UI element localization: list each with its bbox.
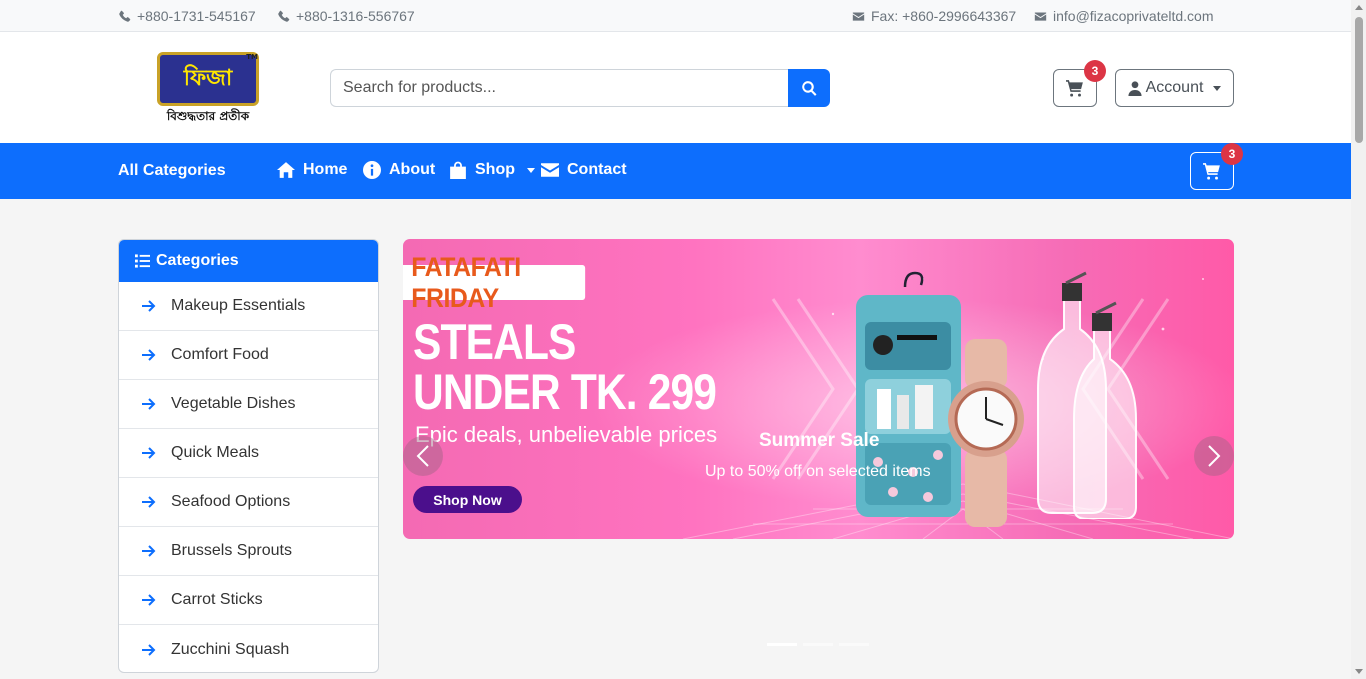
phone-contact-2[interactable]: +880-1316-556767 [277, 8, 415, 24]
cart-count-badge: 3 [1084, 60, 1106, 82]
carousel-caption-title: Summer Sale [759, 430, 880, 451]
arrow-right-icon [142, 643, 156, 656]
arrow-right-icon [142, 398, 156, 410]
email-contact[interactable]: info@fizacoprivateltd.com [1034, 8, 1214, 24]
chevron-left-icon [416, 445, 429, 467]
scroll-up-arrow-icon[interactable] [1355, 5, 1363, 10]
phone-icon [119, 10, 131, 22]
info-icon [363, 161, 381, 179]
carousel-prev-button[interactable] [403, 436, 443, 476]
category-item[interactable]: Comfort Food [119, 331, 378, 380]
category-item-label: Seafood Options [171, 493, 291, 510]
shopping-bag-icon [450, 161, 466, 179]
fax-contact: Fax: +860-2996643367 [852, 8, 1016, 24]
search-button[interactable] [788, 69, 830, 107]
email-address: info@fizacoprivateltd.com [1053, 8, 1214, 24]
user-icon [1128, 80, 1142, 96]
arrow-right-icon [142, 447, 156, 459]
carousel-next-button[interactable] [1194, 436, 1234, 476]
phone-number-2: +880-1316-556767 [296, 8, 415, 24]
category-item-label: Vegetable Dishes [171, 395, 296, 412]
category-item[interactable]: Zucchini Squash [119, 625, 378, 672]
shop-now-button[interactable]: Shop Now [413, 486, 522, 513]
brand-logo[interactable]: ফিজা TM বিশুদ্ধতার প্রতীক [154, 50, 262, 126]
logo-badge: ফিজা TM [157, 52, 259, 106]
banner-headline-line-1: STEALS [413, 314, 576, 370]
category-item-label: Comfort Food [171, 346, 269, 363]
category-item[interactable]: Vegetable Dishes [119, 380, 378, 429]
trademark-symbol: TM [246, 53, 258, 61]
category-item[interactable]: Quick Meals [119, 429, 378, 478]
cart-icon [1203, 163, 1220, 180]
page-scrollbar[interactable] [1351, 0, 1366, 679]
category-item-label: Makeup Essentials [171, 297, 306, 314]
carousel-indicator-2[interactable] [803, 643, 833, 646]
carousel-indicator-1[interactable] [767, 643, 797, 646]
nav-shop-label: Shop [475, 161, 515, 178]
cart-icon [1066, 80, 1083, 97]
all-categories-link[interactable]: All Categories [118, 162, 226, 180]
nav-shop[interactable]: Shop [449, 161, 535, 179]
category-item[interactable]: Makeup Essentials [119, 282, 378, 331]
category-item-label: Brussels Sprouts [171, 542, 292, 559]
promo-tag: FATAFATI FRIDAY [403, 252, 586, 313]
chevron-right-icon [1208, 445, 1221, 467]
list-icon [135, 254, 150, 268]
nav-contact[interactable]: Contact [541, 161, 627, 179]
envelope-icon [852, 11, 865, 21]
arrow-right-icon [142, 349, 156, 361]
category-item[interactable]: Brussels Sprouts [119, 527, 378, 576]
carousel-caption-text: Up to 50% off on selected items [705, 463, 931, 480]
header-cart-button[interactable]: 3 [1053, 60, 1106, 107]
nav-contact-label: Contact [567, 161, 627, 178]
arrow-right-icon [142, 545, 156, 557]
phone-icon [278, 10, 290, 22]
carousel-indicators [767, 643, 869, 646]
category-item-label: Carrot Sticks [171, 591, 263, 608]
arrow-right-icon [142, 594, 156, 606]
banner-headline: STEALS UNDER TK. 299 [413, 314, 717, 420]
glass-bottles-illustration [1037, 271, 1137, 519]
chevron-down-icon [1213, 85, 1222, 91]
banner-headline-line-2: UNDER TK. 299 [413, 364, 717, 420]
account-label: Account [1145, 79, 1204, 96]
envelope-icon [1034, 11, 1047, 21]
scrollbar-thumb[interactable] [1355, 17, 1363, 143]
navbar-cart-button[interactable]: 3 [1190, 143, 1243, 190]
cart-count-badge: 3 [1221, 143, 1243, 165]
home-icon [277, 162, 295, 178]
arrow-right-icon [142, 496, 156, 508]
nav-home-label: Home [303, 161, 348, 178]
fax-number: Fax: +860-2996643367 [871, 8, 1017, 24]
nav-about-label: About [389, 161, 436, 178]
main-navbar: All Categories Home About Shop Contact 3 [0, 143, 1351, 199]
brand-tagline: বিশুদ্ধতার প্রতীক [166, 109, 250, 123]
site-header: ফিজা TM বিশুদ্ধতার প্রতীক 3 Account [0, 32, 1351, 143]
scroll-down-arrow-icon[interactable] [1355, 669, 1363, 674]
account-dropdown-button[interactable]: Account [1115, 69, 1234, 107]
phone-number-1: +880-1731-545167 [137, 8, 256, 24]
category-item[interactable]: Carrot Sticks [119, 576, 378, 625]
categories-panel: Categories Makeup Essentials Comfort Food… [118, 239, 379, 673]
promo-carousel: FATAFATI FRIDAY STEALS UNDER TK. 299 Epi… [403, 239, 1234, 539]
banner-subline: Epic deals, unbelievable prices [415, 422, 718, 447]
logo-text: ফিজা [183, 65, 233, 91]
search-input[interactable] [330, 69, 788, 107]
chevron-down-icon [527, 167, 535, 173]
category-item-label: Quick Meals [171, 444, 260, 461]
search-bar [330, 69, 830, 107]
arrow-right-icon [142, 300, 156, 312]
category-item-label: Zucchini Squash [171, 640, 290, 658]
search-icon [801, 80, 817, 96]
categories-header: Categories [119, 240, 378, 282]
nav-home[interactable]: Home [277, 161, 347, 179]
nav-about[interactable]: About [363, 161, 435, 179]
envelope-icon [541, 163, 559, 177]
category-list: Makeup Essentials Comfort Food Vegetable D… [119, 282, 378, 672]
category-item[interactable]: Seafood Options [119, 478, 378, 527]
carousel-indicator-3[interactable] [839, 643, 869, 646]
top-contact-bar: +880-1731-545167 +880-1316-556767 Fax: +… [0, 0, 1351, 32]
categories-title: Categories [156, 252, 239, 269]
phone-contact-1[interactable]: +880-1731-545167 [118, 8, 256, 24]
